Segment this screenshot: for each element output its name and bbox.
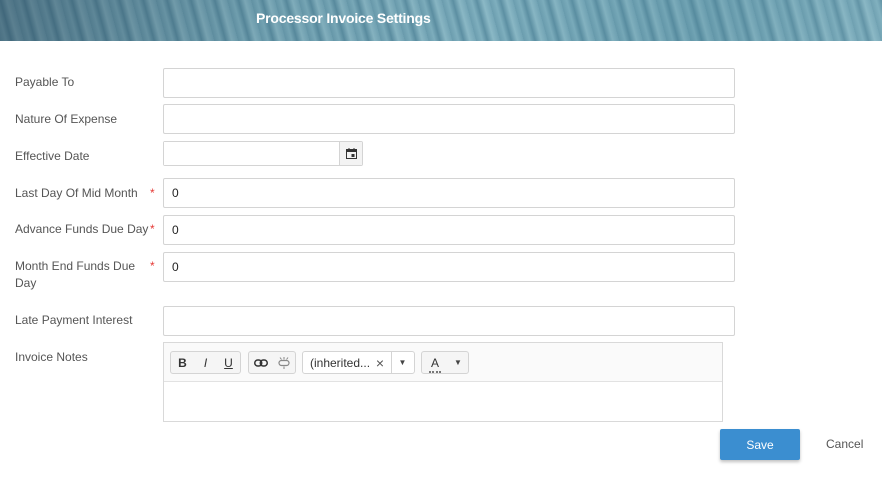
text-format-group: B I U bbox=[170, 351, 241, 374]
italic-button[interactable]: I bbox=[194, 352, 217, 373]
last-day-mid-month-label: Last Day Of Mid Month bbox=[15, 186, 138, 200]
editor-toolbar: B I U (inherited... × ▼ A ▼ bbox=[164, 343, 722, 382]
effective-date-label: Effective Date bbox=[15, 149, 90, 163]
invoice-notes-editor: B I U (inherited... × ▼ A ▼ bbox=[163, 342, 723, 422]
invoice-notes-label: Invoice Notes bbox=[15, 350, 88, 364]
late-payment-interest-label: Late Payment Interest bbox=[15, 313, 133, 327]
advance-funds-due-day-label: Advance Funds Due Day bbox=[15, 222, 149, 236]
link-group bbox=[248, 351, 296, 374]
cancel-button[interactable]: Cancel bbox=[826, 437, 863, 451]
last-day-mid-month-input[interactable] bbox=[163, 178, 735, 208]
required-marker: * bbox=[150, 259, 155, 273]
late-payment-interest-input[interactable] bbox=[163, 306, 735, 336]
save-button[interactable]: Save bbox=[720, 429, 800, 460]
font-color-icon: A bbox=[422, 356, 448, 373]
unlink-icon[interactable] bbox=[272, 352, 295, 373]
close-icon[interactable]: × bbox=[369, 355, 391, 371]
month-end-funds-due-day-input[interactable] bbox=[163, 252, 735, 282]
nature-of-expense-input[interactable] bbox=[163, 104, 735, 134]
chevron-down-icon[interactable]: ▼ bbox=[391, 352, 413, 373]
advance-funds-due-day-input[interactable] bbox=[163, 215, 735, 245]
effective-date-picker bbox=[163, 141, 363, 166]
page-header: Processor Invoice Settings bbox=[0, 0, 882, 41]
underline-button[interactable]: U bbox=[217, 352, 240, 373]
month-end-funds-due-day-label: Month End Funds Due Day bbox=[15, 259, 136, 290]
page-title: Processor Invoice Settings bbox=[256, 10, 431, 26]
effective-date-input[interactable] bbox=[164, 142, 340, 165]
editor-content-area[interactable] bbox=[164, 382, 722, 421]
link-icon[interactable] bbox=[249, 352, 272, 373]
font-family-value: (inherited... bbox=[310, 355, 369, 370]
bold-button[interactable]: B bbox=[171, 352, 194, 373]
required-marker: * bbox=[150, 186, 155, 200]
nature-of-expense-label: Nature Of Expense bbox=[15, 112, 118, 126]
payable-to-input[interactable] bbox=[163, 68, 735, 98]
chevron-down-icon[interactable]: ▼ bbox=[448, 358, 468, 367]
font-family-select[interactable]: (inherited... × ▼ bbox=[302, 351, 415, 374]
font-color-button[interactable]: A ▼ bbox=[421, 351, 469, 374]
required-marker: * bbox=[150, 222, 155, 236]
payable-to-label: Payable To bbox=[15, 75, 75, 89]
calendar-icon[interactable] bbox=[339, 142, 362, 165]
